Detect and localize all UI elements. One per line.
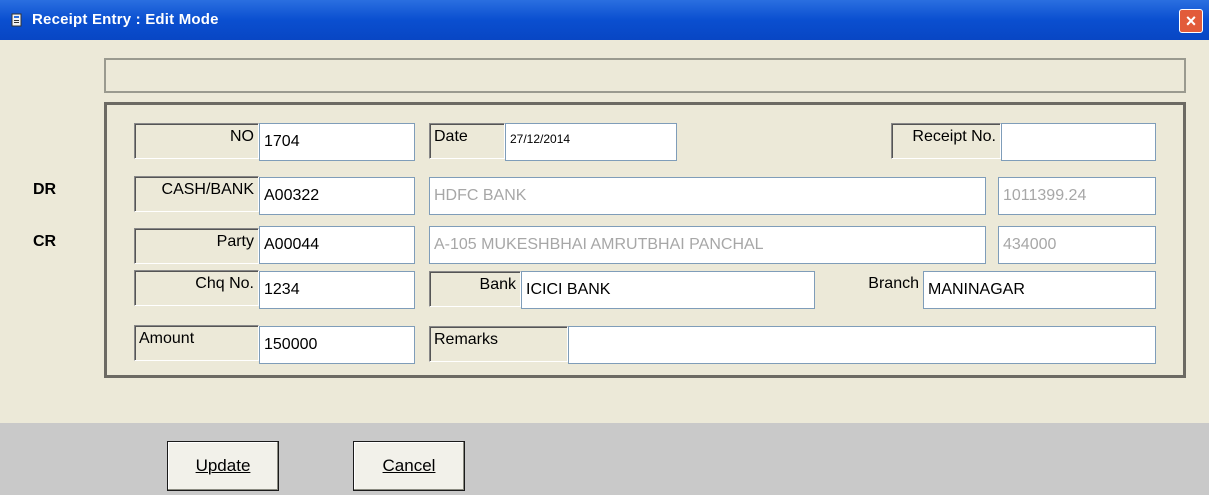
- title-bar[interactable]: Receipt Entry : Edit Mode ×: [0, 0, 1209, 40]
- window-title: Receipt Entry : Edit Mode: [32, 11, 219, 28]
- receipt-no-field[interactable]: [1001, 123, 1156, 161]
- update-button-label: Update: [195, 456, 251, 475]
- cash-bank-label: CASH/BANK: [134, 176, 259, 212]
- branch-field[interactable]: MANINAGAR: [923, 271, 1156, 309]
- receipt-no-label: Receipt No.: [891, 123, 1001, 159]
- close-icon[interactable]: ×: [1179, 9, 1203, 33]
- remarks-field[interactable]: [568, 326, 1156, 364]
- cash-bank-balance-field: 1011399.24: [998, 177, 1156, 215]
- cr-label: CR: [33, 233, 57, 250]
- amount-field[interactable]: 150000: [259, 326, 415, 364]
- chq-no-label: Chq No.: [134, 270, 259, 306]
- remarks-label: Remarks: [429, 326, 568, 362]
- amount-label: Amount: [134, 325, 259, 361]
- branch-label: Branch: [868, 275, 919, 292]
- bank-label: Bank: [429, 271, 521, 307]
- cancel-button-label: Cancel: [382, 456, 436, 475]
- status-strip: [104, 58, 1186, 93]
- date-label: Date: [429, 123, 505, 159]
- app-icon: [11, 13, 22, 27]
- party-balance-field: 434000: [998, 226, 1156, 264]
- party-name-field: A-105 MUKESHBHAI AMRUTBHAI PANCHAL: [429, 226, 986, 264]
- cancel-button[interactable]: Cancel: [353, 441, 465, 491]
- bank-field[interactable]: ICICI BANK: [521, 271, 815, 309]
- chq-no-field[interactable]: 1234: [259, 271, 415, 309]
- update-button[interactable]: Update: [167, 441, 279, 491]
- no-label: NO: [134, 123, 259, 159]
- cash-bank-code-field[interactable]: A00322: [259, 177, 415, 215]
- party-label: Party: [134, 228, 259, 264]
- party-code-field[interactable]: A00044: [259, 226, 415, 264]
- cash-bank-name-field: HDFC BANK: [429, 177, 986, 215]
- date-field[interactable]: 27/12/2014: [505, 123, 677, 161]
- no-field[interactable]: 1704: [259, 123, 415, 161]
- receipt-entry-window: Receipt Entry : Edit Mode × DR CR NO 170…: [0, 0, 1209, 495]
- dr-label: DR: [33, 181, 57, 198]
